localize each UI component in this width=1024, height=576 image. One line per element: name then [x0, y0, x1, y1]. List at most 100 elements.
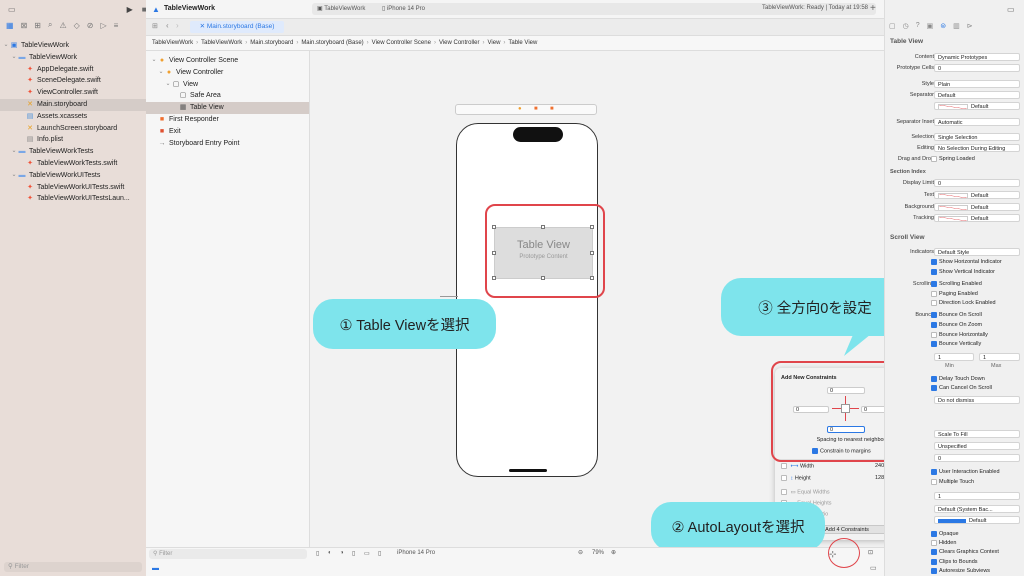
- disclosure-triangle-icon[interactable]: ⌄: [150, 55, 158, 67]
- attributes-inspector-icon[interactable]: ⊜: [940, 22, 946, 30]
- identity-inspector-icon[interactable]: ▣: [927, 22, 934, 30]
- disclosure-triangle-icon[interactable]: ⌄: [10, 170, 18, 182]
- folder-tab-icon[interactable]: ▦: [6, 21, 14, 30]
- bounce-vertical-checkbox[interactable]: Bounce Vertically: [931, 340, 981, 349]
- index-tracking-color-well[interactable]: Default: [934, 214, 1020, 222]
- clears-context-checkbox[interactable]: Clears Graphics Context: [931, 548, 999, 557]
- help-inspector-icon[interactable]: ?: [916, 22, 920, 30]
- height-value[interactable]: 128: [875, 475, 884, 481]
- indicators-popup[interactable]: Default Style: [934, 248, 1020, 256]
- editing-popup[interactable]: No Selection During Editing: [934, 144, 1020, 152]
- zoom-out-icon[interactable]: ⊖: [578, 549, 583, 556]
- file-tree-row[interactable]: ✦ TableViewWorkUITestsLaun...: [0, 193, 146, 205]
- file-tree-row[interactable]: ✕ Main.storyboard: [0, 98, 146, 111]
- zoom-max-field[interactable]: 1: [979, 353, 1020, 361]
- separator-inset-popup[interactable]: Automatic: [934, 118, 1020, 126]
- outline-toggle-icon[interactable]: ▯: [316, 550, 319, 557]
- index-background-color-well[interactable]: Default: [934, 203, 1020, 211]
- user-interaction-checkbox[interactable]: User Interaction Enabled: [931, 468, 1000, 477]
- breadcrumb-item[interactable]: View: [488, 40, 501, 46]
- show-vertical-checkbox[interactable]: Show Vertical Indicator: [931, 268, 995, 277]
- opaque-checkbox[interactable]: Opaque: [931, 530, 959, 539]
- background-color-popup[interactable]: Default (System Bac...: [934, 505, 1020, 513]
- file-tree-row[interactable]: ▤ Assets.xcassets: [0, 111, 146, 123]
- appearance-icon[interactable]: ◐: [328, 550, 332, 556]
- width-value[interactable]: 240: [875, 463, 884, 469]
- file-tree-row[interactable]: ▤ Info.plist: [0, 134, 146, 146]
- prototype-cells-field[interactable]: 0: [934, 64, 1020, 72]
- inspector-toggle-icon[interactable]: ▭: [1007, 5, 1015, 14]
- landscape-icon[interactable]: ▭: [364, 550, 370, 557]
- scrolling-enabled-checkbox[interactable]: Scrolling Enabled: [931, 280, 982, 289]
- outline-row[interactable]: ■ Exit: [146, 126, 309, 138]
- file-tree-row[interactable]: ⌄ ▬ TableViewWork: [0, 52, 146, 64]
- breadcrumb-item[interactable]: Main.storyboard: [250, 40, 293, 46]
- test-tab-icon[interactable]: ◇: [74, 21, 80, 30]
- forward-icon[interactable]: ›: [176, 21, 179, 30]
- bounce-horizontal-checkbox[interactable]: Bounce Horizontally: [931, 331, 988, 340]
- accessibility-icon[interactable]: ◑: [340, 550, 344, 556]
- direction-lock-checkbox[interactable]: Direction Lock Enabled: [931, 299, 996, 308]
- embed-icon[interactable]: ⊡: [868, 549, 873, 556]
- file-tree-row[interactable]: ✕ LaunchScreen.storyboard: [0, 123, 146, 135]
- outline-row[interactable]: ▢ Safe Area: [146, 90, 309, 102]
- breadcrumb-item[interactable]: TableViewWork: [152, 40, 193, 46]
- file-tree-row[interactable]: ✦ ViewController.swift: [0, 87, 146, 99]
- add-icon[interactable]: +: [870, 3, 876, 14]
- outline-filter[interactable]: ⚲ Filter: [149, 549, 307, 559]
- outline-row[interactable]: ⌄ ▢ View: [146, 79, 309, 91]
- back-icon[interactable]: ‹: [166, 21, 169, 30]
- file-tree-row[interactable]: ✦ AppDelegate.swift: [0, 64, 146, 76]
- breadcrumb-item[interactable]: View Controller Scene: [372, 40, 431, 46]
- debug-toggle-icon[interactable]: ▬: [152, 565, 159, 572]
- hidden-checkbox[interactable]: Hidden: [931, 539, 956, 548]
- height-checkbox[interactable]: ↕ Height: [781, 475, 811, 481]
- debug-area-icon[interactable]: ▭: [870, 564, 877, 572]
- semantic-popup[interactable]: Unspecified: [934, 442, 1020, 450]
- zoom-min-field[interactable]: 1: [934, 353, 974, 361]
- style-popup[interactable]: Plain: [934, 80, 1020, 88]
- source-control-tab-icon[interactable]: ⊠: [21, 21, 28, 30]
- outline-row[interactable]: ⌄ ● View Controller Scene: [146, 55, 309, 67]
- disclosure-triangle-icon[interactable]: ⌄: [2, 40, 10, 52]
- tint-color-popup[interactable]: Default: [934, 516, 1020, 524]
- delay-touch-checkbox[interactable]: Delay Touch Down: [931, 375, 985, 384]
- sidebar-toggle-icon[interactable]: ▭: [8, 5, 16, 14]
- keyboard-popup[interactable]: Do not dismiss: [934, 396, 1020, 404]
- file-tree-row[interactable]: ⌄ ▬ TableViewWorkTests: [0, 146, 146, 158]
- breadcrumb-item[interactable]: TableViewWork: [201, 40, 242, 46]
- zoom-in-icon[interactable]: ⊕: [611, 549, 616, 556]
- portrait-icon[interactable]: ▯: [352, 550, 355, 557]
- first-responder-dock-icon[interactable]: ■: [534, 106, 538, 112]
- file-tree-row[interactable]: ⌄ ▣ TableViewWork: [0, 40, 146, 52]
- file-inspector-icon[interactable]: ▢: [889, 22, 896, 30]
- tab-main-storyboard[interactable]: ✕ Main.storyboard (Base): [190, 21, 284, 33]
- separator-popup[interactable]: Default: [934, 91, 1020, 99]
- autoresize-checkbox[interactable]: Autoresize Subviews: [931, 567, 990, 576]
- bounce-scroll-checkbox[interactable]: Bounce On Scroll: [931, 311, 982, 320]
- file-tree-row[interactable]: ✦ TableViewWorkUITests.swift: [0, 182, 146, 194]
- zoom-level[interactable]: 79%: [592, 550, 604, 556]
- multiple-touch-checkbox[interactable]: Multiple Touch: [931, 478, 974, 487]
- width-checkbox[interactable]: ⟷ Width: [781, 463, 814, 469]
- alpha-field[interactable]: 1: [934, 492, 1020, 500]
- file-tree-row[interactable]: ⌄ ▬ TableViewWorkUITests: [0, 170, 146, 182]
- device-config-icon[interactable]: ▯: [378, 550, 381, 557]
- outline-row[interactable]: ▦ Table View: [146, 102, 309, 114]
- outline-row[interactable]: ⌄ ● View Controller: [146, 67, 309, 79]
- debug-tab-icon[interactable]: ⊘: [87, 21, 94, 30]
- view-controller-dock-icon[interactable]: ●: [518, 106, 522, 112]
- navigator-filter[interactable]: ⚲ Filter: [4, 562, 142, 572]
- tag-field[interactable]: 0: [934, 454, 1020, 462]
- outline-row[interactable]: → Storyboard Entry Point: [146, 138, 309, 150]
- connections-inspector-icon[interactable]: ⊳: [967, 22, 973, 30]
- spring-loaded-checkbox[interactable]: Spring Loaded: [931, 155, 975, 164]
- grid-icon[interactable]: ⊞: [152, 22, 158, 30]
- exit-dock-icon[interactable]: ■: [550, 106, 554, 112]
- run-icon[interactable]: ▶: [127, 5, 133, 14]
- scene-dock[interactable]: ● ■ ■: [455, 104, 597, 115]
- disclosure-triangle-icon[interactable]: ⌄: [10, 146, 18, 158]
- file-tree-row[interactable]: ✦ TableViewWorkTests.swift: [0, 158, 146, 170]
- breadcrumb-item[interactable]: Table View: [508, 40, 537, 46]
- show-horizontal-checkbox[interactable]: Show Horizontal Indicator: [931, 258, 1002, 267]
